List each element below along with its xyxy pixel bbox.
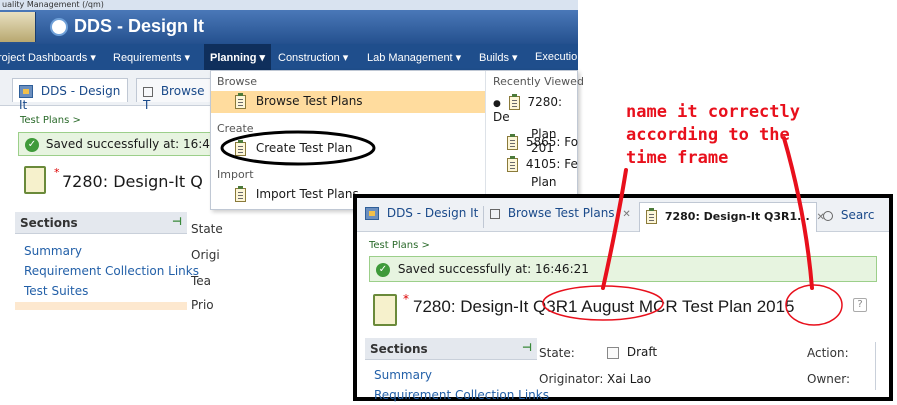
- arrow-line-year: [782, 136, 814, 290]
- annotation-marks: [220, 130, 843, 326]
- highlight-ellipse-create: [220, 130, 376, 166]
- highlight-ellipse-year: [785, 284, 843, 326]
- highlight-ellipse-quarter: [542, 285, 664, 321]
- arrow-line-quarter: [601, 168, 628, 290]
